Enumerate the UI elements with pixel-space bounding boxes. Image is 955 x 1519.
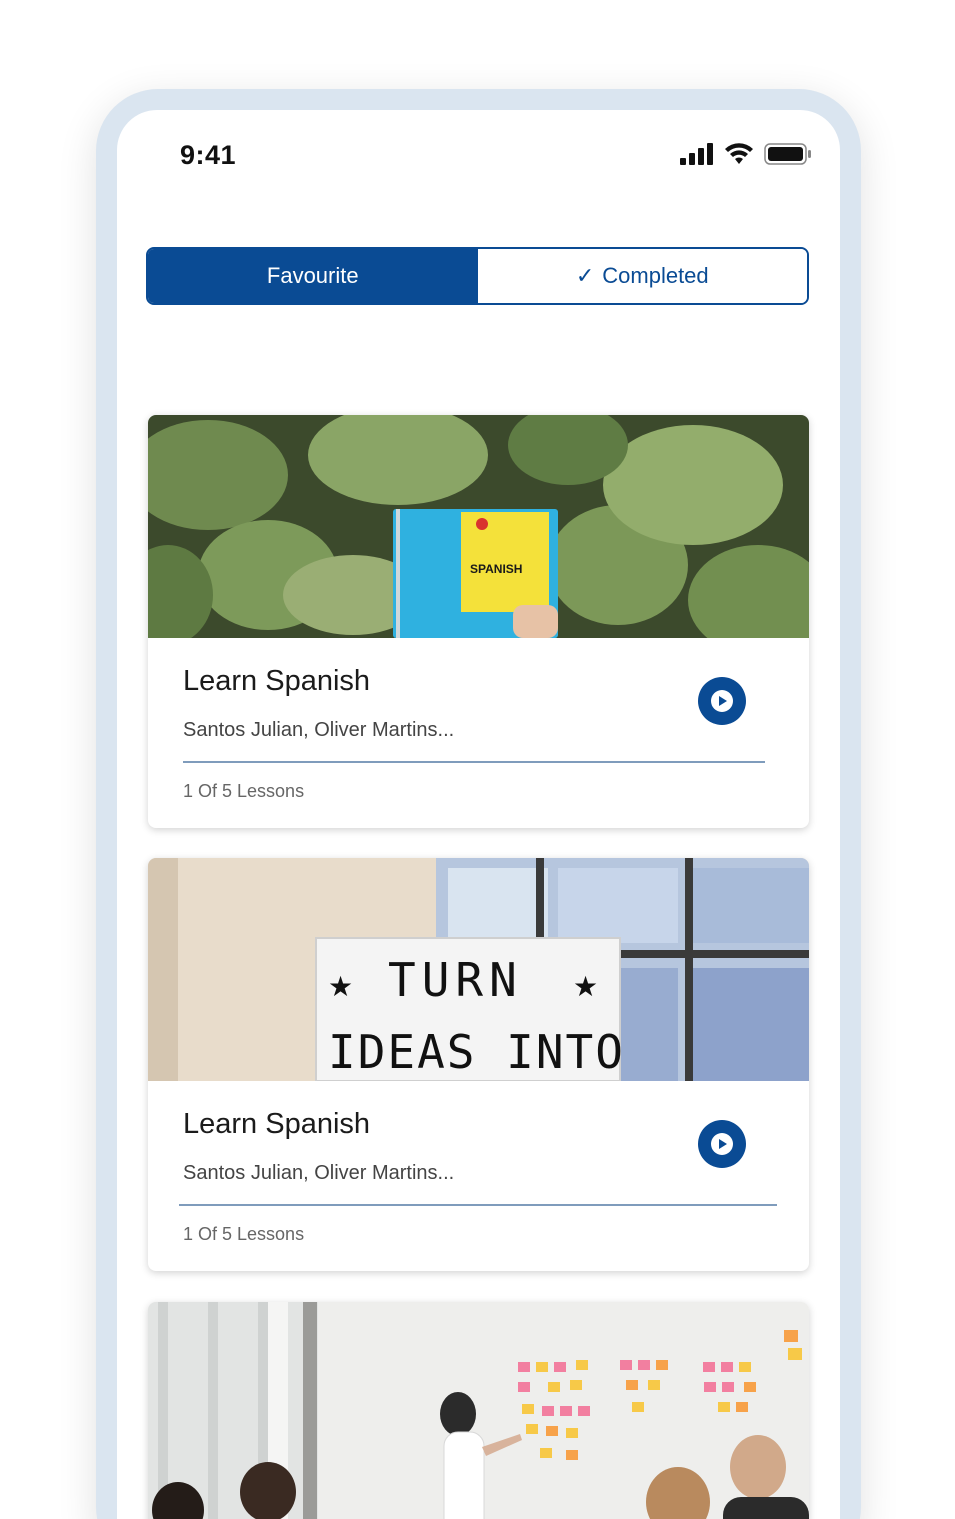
course-thumbnail (148, 1302, 809, 1519)
play-button[interactable] (698, 1120, 746, 1168)
tab-favourite[interactable]: Favourite (148, 249, 478, 303)
cellular-signal-icon (680, 143, 713, 165)
wifi-icon (725, 143, 753, 164)
progress-divider (183, 761, 765, 763)
course-card[interactable] (148, 1302, 809, 1519)
course-card[interactable]: ★ ★ TURN IDEAS INTO Learn Spanish Santos… (148, 858, 809, 1271)
lightbox-text-line-2: IDEAS INTO (328, 1025, 625, 1079)
lesson-progress: 1 Of 5 Lessons (183, 1224, 305, 1244)
course-authors: Santos Julian, Oliver Martins... (183, 719, 455, 741)
course-title: Learn Spanish (183, 1108, 371, 1140)
progress-divider (179, 1204, 777, 1206)
play-icon (711, 1133, 733, 1155)
battery-icon (764, 143, 811, 165)
play-button[interactable] (698, 677, 746, 725)
lightbox-text-line-1: TURN (388, 953, 523, 1007)
book-cover-text: SPANISH (470, 562, 522, 576)
course-thumbnail: ★ ★ TURN IDEAS INTO (148, 858, 809, 1081)
tab-favourite-label: Favourite (266, 263, 359, 288)
tab-completed-label: Completed (602, 263, 709, 288)
check-icon: ✓ (575, 263, 595, 288)
course-card[interactable]: SPANISH Learn Spanish Santos Julian, Oli… (148, 415, 809, 828)
segmented-control: Favourite ✓ Completed (146, 247, 809, 305)
status-icons (680, 143, 812, 165)
star-icon: ★ (573, 971, 598, 1002)
course-title: Learn Spanish (183, 665, 371, 697)
status-time: 9:41 (180, 140, 237, 170)
course-authors: Santos Julian, Oliver Martins... (183, 1162, 455, 1184)
tab-completed[interactable]: ✓ Completed (477, 249, 807, 303)
star-icon: ★ (328, 971, 353, 1002)
course-thumbnail: SPANISH (148, 415, 809, 638)
play-icon (711, 690, 733, 712)
status-bar: 9:41 (117, 110, 840, 200)
lesson-progress: 1 Of 5 Lessons (183, 781, 305, 801)
app-screen: 9:41 Favourite ✓ Completed SPANISH Learn… (117, 110, 840, 1519)
